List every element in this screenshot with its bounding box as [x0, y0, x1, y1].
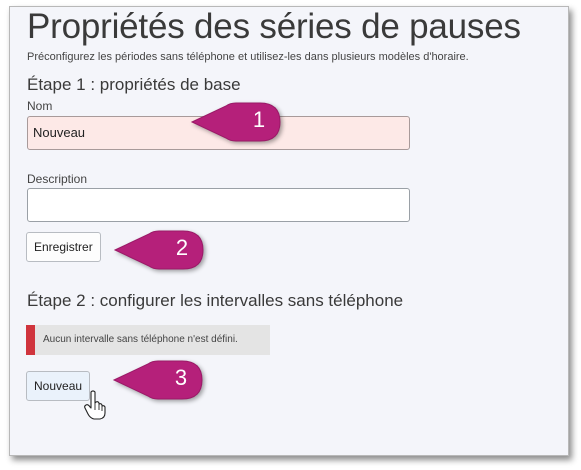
callout-3: 3 [112, 360, 206, 400]
callout-2-number: 2 [175, 235, 189, 260]
callout-2: 2 [113, 230, 207, 270]
step2-heading: Étape 2 : configurer les intervalles san… [27, 291, 404, 310]
page-title: Propriétés des séries de pauses [27, 7, 521, 46]
hand-pointer-icon [84, 390, 106, 420]
step1-heading: Étape 1 : propriétés de base [27, 75, 241, 94]
save-button[interactable]: Enregistrer [26, 232, 101, 262]
page-subtitle: Préconfigurez les périodes sans téléphon… [27, 51, 469, 63]
callout-1-number: 1 [252, 107, 266, 132]
no-interval-alert: Aucun intervalle sans téléphone n'est dé… [26, 325, 270, 355]
description-label: Description [27, 172, 88, 186]
name-label: Nom [27, 99, 53, 113]
callout-1: 1 [190, 102, 284, 142]
new-interval-button[interactable]: Nouveau [26, 371, 91, 401]
callout-3-number: 3 [174, 365, 188, 390]
dialog-panel: Propriétés des séries de pauses Préconfi… [9, 6, 569, 456]
description-field[interactable] [27, 188, 410, 222]
